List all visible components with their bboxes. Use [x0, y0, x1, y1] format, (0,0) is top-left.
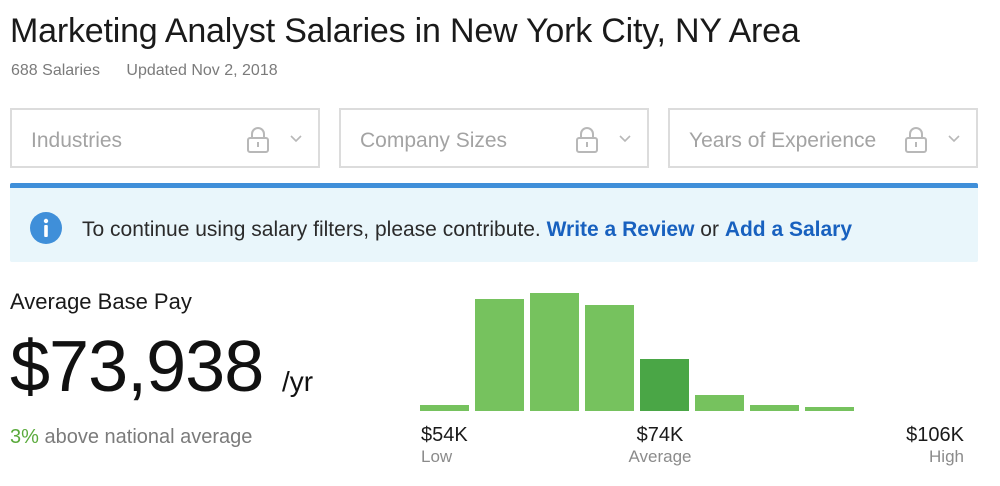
average-base-pay-label: Average Base Pay: [10, 289, 192, 314]
histogram-bar: [585, 305, 634, 411]
axis-high-label: High: [929, 447, 964, 466]
histogram-bar: [420, 405, 469, 411]
national-average-comparison: 3% above national average: [10, 426, 252, 449]
comparison-text: above national average: [44, 426, 253, 448]
notice-text: To continue using salary filters, please…: [82, 218, 541, 241]
notice-or: or: [700, 218, 719, 241]
lock-icon: [247, 127, 269, 153]
axis-average-value: $74K: [636, 424, 684, 446]
industries-filter[interactable]: Industries: [10, 108, 320, 168]
axis-average-label: Average: [628, 447, 692, 466]
histogram-bar: [750, 405, 799, 411]
info-icon: [30, 212, 62, 244]
axis-low: $54K Low: [421, 424, 468, 467]
company-sizes-filter-label: Company Sizes: [360, 129, 508, 152]
contribute-notice: To continue using salary filters, please…: [10, 183, 978, 262]
chevron-down-icon: [290, 135, 302, 143]
chevron-down-icon: [948, 135, 960, 143]
chevron-down-icon: [619, 135, 631, 143]
axis-high: $106K High: [906, 424, 964, 467]
lock-icon: [905, 127, 927, 153]
updated-date: Updated Nov 2, 2018: [126, 62, 278, 79]
comparison-percent: 3%: [10, 426, 39, 448]
write-review-link[interactable]: Write a Review: [547, 218, 695, 241]
axis-average: $74K Average: [610, 424, 710, 467]
axis-low-value: $54K: [421, 424, 468, 446]
histogram-bar: [475, 299, 524, 411]
years-of-experience-filter[interactable]: Years of Experience: [668, 108, 978, 168]
company-sizes-filter[interactable]: Company Sizes: [339, 108, 649, 168]
average-base-pay-amount: $73,938: [10, 327, 264, 407]
add-salary-link[interactable]: Add a Salary: [725, 218, 852, 241]
axis-high-value: $106K: [906, 424, 964, 446]
pay-unit: /yr: [282, 366, 314, 397]
salary-count: 688 Salaries: [11, 62, 100, 79]
lock-icon: [576, 127, 598, 153]
years-of-experience-filter-label: Years of Experience: [689, 129, 877, 152]
filter-bar: Industries Company Sizes Years of Experi…: [10, 108, 978, 168]
salary-meta: 688 Salaries Updated Nov 2, 2018: [11, 62, 278, 80]
page-title: Marketing Analyst Salaries in New York C…: [10, 12, 800, 50]
axis-low-label: Low: [421, 447, 453, 466]
histogram-bar: [530, 293, 579, 411]
histogram-bar-average: [640, 359, 689, 411]
notice-message: To continue using salary filters, please…: [82, 218, 852, 242]
histogram-bar: [805, 407, 854, 411]
industries-filter-label: Industries: [31, 129, 123, 152]
histogram-bar: [695, 395, 744, 411]
